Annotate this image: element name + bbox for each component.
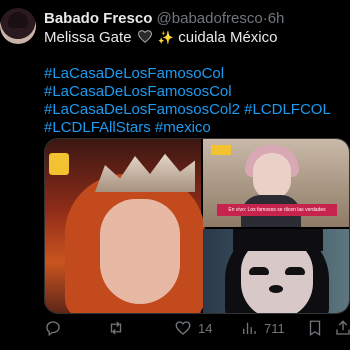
- show-logo: [211, 145, 231, 155]
- tweet-text-line: Melissa Gate ✨ cuidala México: [44, 28, 277, 48]
- crown-graphic: [95, 153, 195, 192]
- black-heart-icon: [137, 30, 152, 43]
- bookmark-button[interactable]: [306, 316, 324, 340]
- views-button[interactable]: 711: [240, 316, 285, 340]
- share-button[interactable]: [334, 316, 350, 340]
- tweet-time[interactable]: 6h: [268, 10, 285, 27]
- tweet-header: Babado Fresco @babadofresco·6h: [44, 10, 284, 28]
- bookmark-icon: [309, 320, 321, 337]
- like-count: 14: [198, 320, 213, 336]
- media-grid: En vivo: Los famosos se dicen las verdad…: [44, 138, 350, 314]
- media-image-makeup[interactable]: [203, 229, 349, 313]
- like-button[interactable]: 14: [174, 316, 212, 340]
- reply-button[interactable]: [44, 316, 68, 340]
- hashtag-link[interactable]: #LaCasaDeLosFamososCol2: [44, 101, 240, 118]
- retweet-icon: [110, 321, 122, 335]
- share-icon: [336, 320, 350, 335]
- media-image-crown[interactable]: [45, 139, 205, 313]
- show-logo: [49, 153, 69, 175]
- reply-icon: [46, 321, 60, 337]
- tweet-text-after: cuidala México: [178, 29, 278, 46]
- retweet-button[interactable]: [107, 316, 131, 340]
- action-bar: 14 711: [44, 316, 350, 340]
- tweet-text-before: Melissa Gate: [44, 29, 132, 46]
- bar-chart-icon: [243, 322, 256, 334]
- tweet[interactable]: Babado Fresco @babadofresco·6h Melissa G…: [0, 0, 350, 350]
- views-count: 711: [264, 320, 285, 336]
- broadcast-banner: En vivo: Los famosos se dicen las verdad…: [217, 204, 337, 216]
- hashtag-link[interactable]: #LaCasaDeLosFamosoCol: [44, 65, 224, 82]
- author-handle[interactable]: @babadofresco: [157, 10, 263, 27]
- sparkles-icon: ✨: [157, 30, 175, 45]
- author-name[interactable]: Babado Fresco: [44, 10, 152, 27]
- hashtag-link[interactable]: #LCDLFCOL: [244, 101, 331, 118]
- heart-icon: [175, 321, 191, 335]
- hashtags: #LaCasaDeLosFamosoCol #LaCasaDeLosFamoso…: [44, 65, 344, 137]
- avatar[interactable]: [0, 8, 36, 44]
- hashtag-link[interactable]: #mexico: [155, 119, 211, 136]
- hashtag-link[interactable]: #LaCasaDeLosFamososCol: [44, 83, 232, 100]
- media-image-broadcast[interactable]: En vivo: Los famosos se dicen las verdad…: [203, 139, 349, 227]
- hashtag-link[interactable]: #LCDLFAllStars: [44, 119, 151, 136]
